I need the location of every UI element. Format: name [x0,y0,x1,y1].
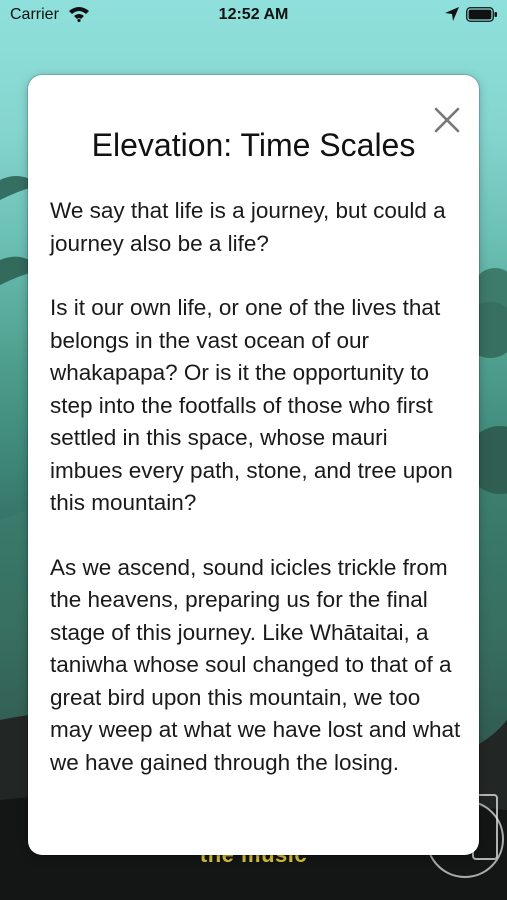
status-bar: Carrier 12:52 AM [0,0,507,30]
modal-title: Elevation: Time Scales [91,127,416,163]
paragraph-2: Is it our own life, or one of the lives … [50,295,453,515]
clock: 12:52 AM [218,6,289,23]
app-screen: the music Carrier 12:52 AM [0,0,507,900]
paragraph-3: As we ascend, sound icicles trickle from… [50,554,461,775]
info-modal: Elevation: Time Scales We say that life … [28,75,479,855]
battery-icon [466,7,498,27]
paragraph-1: We say that life is a journey, but could… [50,198,446,256]
location-arrow-icon [444,6,460,27]
modal-body: We say that life is a journey, but could… [50,195,462,811]
